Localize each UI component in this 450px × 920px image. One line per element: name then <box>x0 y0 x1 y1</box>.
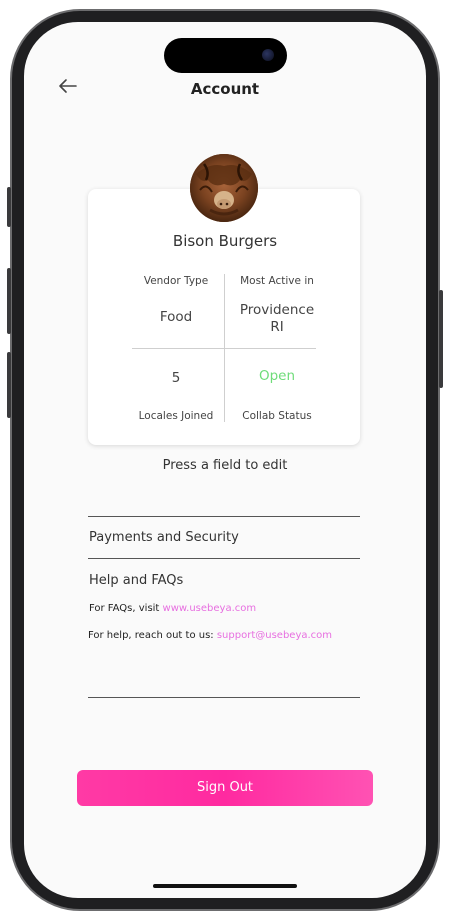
vendor-type-value[interactable]: Food <box>124 309 228 326</box>
most-active-state: RI <box>270 319 284 335</box>
collab-status-label: Collab Status <box>242 410 312 422</box>
faq-link[interactable]: www.usebeya.com <box>163 603 257 614</box>
edit-hint: Press a field to edit <box>162 458 288 473</box>
divider <box>88 697 360 698</box>
faq-line: For FAQs, visit www.usebeya.com <box>89 603 256 614</box>
vendor-name: Bison Burgers <box>172 232 278 250</box>
faq-prefix: For FAQs, visit <box>89 603 163 614</box>
action-button <box>7 187 11 227</box>
collab-status-value[interactable]: Open <box>224 368 330 385</box>
page-title: Account <box>190 80 260 98</box>
payments-security-row[interactable]: Payments and Security <box>89 530 239 545</box>
stats-divider-horizontal <box>132 348 316 349</box>
locales-joined-value: 5 <box>171 370 181 386</box>
camera-icon <box>262 49 274 61</box>
volume-down-button <box>7 352 11 418</box>
most-active-value[interactable]: Providence RI <box>224 302 330 336</box>
support-email-link[interactable]: support@usebeya.com <box>217 630 332 641</box>
most-active-label: Most Active in <box>240 275 314 287</box>
vendor-type-label: Vendor Type <box>143 275 209 287</box>
app-screen: Account Bison Burgers Vendor Type Food M… <box>24 22 426 898</box>
locales-joined-label: Locales Joined <box>138 410 214 422</box>
sign-out-button[interactable]: Sign Out <box>77 770 373 806</box>
help-prefix: For help, reach out to us: <box>88 630 217 641</box>
help-line: For help, reach out to us: support@usebe… <box>88 630 332 641</box>
volume-up-button <box>7 268 11 334</box>
most-active-city: Providence <box>239 302 315 318</box>
bison-avatar-icon <box>190 154 258 222</box>
home-indicator <box>153 884 297 888</box>
help-faqs-row[interactable]: Help and FAQs <box>89 573 183 588</box>
divider <box>88 558 360 559</box>
divider <box>88 516 360 517</box>
dynamic-island <box>164 38 287 73</box>
power-button <box>439 290 443 388</box>
avatar <box>190 154 258 222</box>
